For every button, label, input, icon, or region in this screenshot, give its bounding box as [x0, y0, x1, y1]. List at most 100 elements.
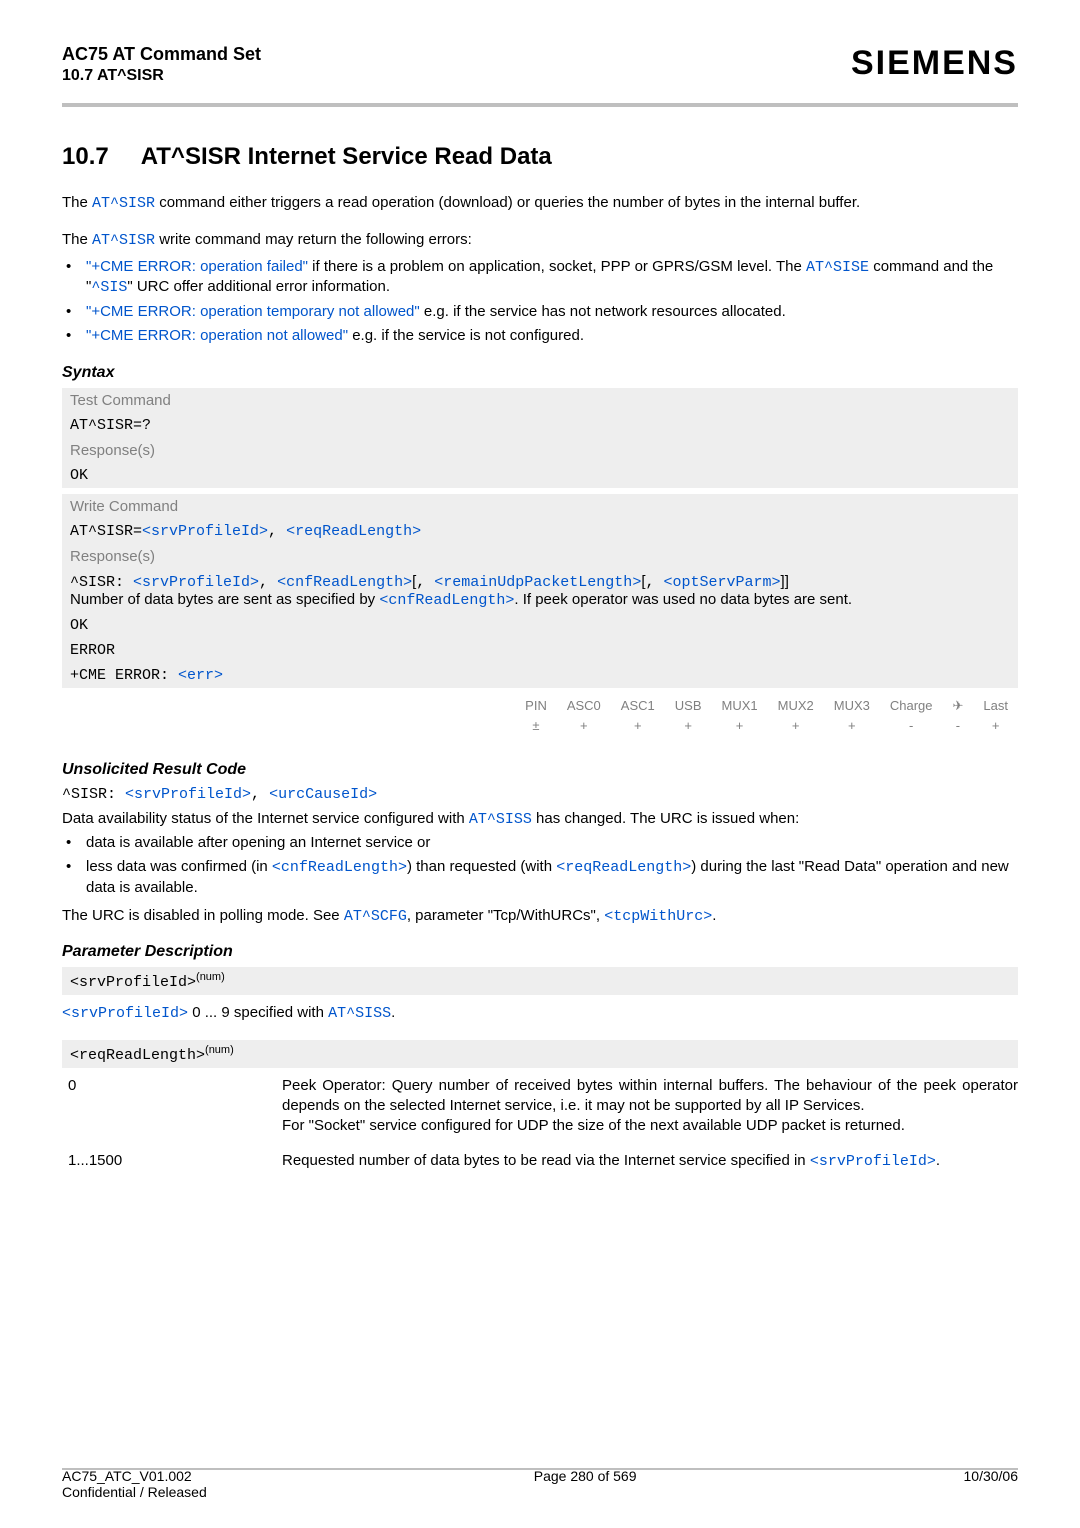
text: e.g. if the service has not network reso… [420, 303, 786, 320]
response-error: ERROR [62, 638, 1018, 663]
param-link[interactable]: <srvProfileId> [125, 786, 251, 803]
text: , [251, 786, 269, 803]
param-link[interactable]: <srvProfileId> [142, 523, 268, 540]
param-link[interactable]: <urcCauseId> [269, 786, 377, 803]
param-srvprofileid: <srvProfileId>(num) <srvProfileId> 0 ...… [62, 967, 1018, 1024]
text: +CME ERROR: [70, 667, 178, 684]
text: e.g. if the service is not configured. [348, 327, 584, 344]
at-sisr-link[interactable]: AT^SISR [92, 195, 155, 212]
intro-paragraph-1: The AT^SISR command either triggers a re… [62, 193, 1018, 214]
text: . [712, 907, 716, 924]
param-link[interactable]: <reqReadLength> [286, 523, 421, 540]
response-label: Response(s) [62, 544, 1018, 569]
param-link[interactable]: <err> [178, 667, 223, 684]
cme-error-link[interactable]: "+CME ERROR: operation temporary not all… [86, 303, 420, 320]
text: The [62, 231, 92, 248]
cme-error-link[interactable]: "+CME ERROR: operation not allowed" [86, 327, 348, 344]
table-row: PIN ASC0 ASC1 USB MUX1 MUX2 MUX3 Charge … [515, 696, 1018, 716]
text: , [259, 574, 277, 591]
at-sisr-link[interactable]: AT^SISR [92, 232, 155, 249]
param-link[interactable]: <cnfReadLength> [379, 592, 514, 609]
text: has changed. The URC is issued when: [532, 810, 799, 827]
cell: + [557, 716, 611, 735]
col-head: ASC0 [557, 696, 611, 716]
header-divider [62, 103, 1018, 107]
col-head: Last [973, 696, 1018, 716]
airplane-icon: ✈ [953, 698, 964, 714]
param-head: <reqReadLength>(num) [62, 1040, 1018, 1068]
cell: + [712, 716, 768, 735]
param-link[interactable]: <optServParm> [664, 574, 781, 591]
col-head: Charge [880, 696, 943, 716]
doc-subtitle: 10.7 AT^SISR [62, 67, 261, 85]
param-sup: (num) [205, 1044, 234, 1056]
param-sup: (num) [196, 971, 225, 983]
response-ok: OK [62, 463, 1018, 488]
write-response: ^SISR: <srvProfileId>, <cnfReadLength>[,… [62, 569, 1018, 613]
text: , [268, 523, 286, 540]
param-link[interactable]: <cnfReadLength> [272, 859, 407, 876]
param-desc-heading: Parameter Description [62, 943, 1018, 961]
cell: + [768, 716, 824, 735]
text: ) than requested (with [407, 858, 556, 875]
page-header: AC75 AT Command Set 10.7 AT^SISR SIEMENS [62, 44, 1018, 85]
write-command: AT^SISR=<srvProfileId>, <reqReadLength> [62, 519, 1018, 544]
param-link[interactable]: <srvProfileId> [810, 1153, 936, 1170]
param-link[interactable]: <srvProfileId> [133, 574, 259, 591]
param-values-table: 0 Peek Operator: Query number of receive… [62, 1076, 1018, 1172]
at-siss-link[interactable]: AT^SISS [469, 811, 532, 828]
param-link[interactable]: <reqReadLength> [556, 859, 691, 876]
text: . [391, 1004, 395, 1021]
brand-logo: SIEMENS [851, 44, 1018, 83]
section-heading: 10.7 AT^SISR Internet Service Read Data [62, 143, 1018, 171]
footer-confidential: Confidential / Released [62, 1484, 207, 1500]
param-link[interactable]: <srvProfileId> [62, 1005, 188, 1022]
response-cme: +CME ERROR: <err> [62, 663, 1018, 688]
sis-urc-link[interactable]: ^SIS [91, 279, 127, 296]
cell: + [824, 716, 880, 735]
cell: - [943, 716, 974, 735]
list-item: "+CME ERROR: operation temporary not all… [62, 302, 1018, 322]
text: Data availability status of the Internet… [62, 810, 469, 827]
cell: ± [515, 716, 557, 735]
urc-footnote: The URC is disabled in polling mode. See… [62, 906, 1018, 927]
text: . [936, 1152, 940, 1169]
text: Number of data bytes are sent as specifi… [70, 591, 379, 608]
at-siss-link[interactable]: AT^SISS [328, 1005, 391, 1022]
list-item: data is available after opening an Inter… [62, 833, 1018, 853]
col-head: MUX2 [768, 696, 824, 716]
urc-list: data is available after opening an Inter… [62, 833, 1018, 897]
text: ]] [781, 573, 789, 590]
write-command-label: Write Command [62, 494, 1018, 519]
section-title-text: AT^SISR Internet Service Read Data [141, 143, 552, 171]
param-name: <srvProfileId> [70, 974, 196, 991]
footer-version: AC75_ATC_V01.002 [62, 1468, 207, 1484]
urc-desc: Data availability status of the Internet… [62, 809, 1018, 830]
text: command either triggers a read operation… [155, 194, 860, 211]
col-head: MUX3 [824, 696, 880, 716]
test-command: AT^SISR=? [62, 413, 1018, 438]
param-value-desc: Peek Operator: Query number of received … [282, 1076, 1018, 1137]
cme-error-link[interactable]: "+CME ERROR: operation failed" [86, 258, 308, 275]
intro-paragraph-2: The AT^SISR write command may return the… [62, 230, 1018, 251]
text: 0 ... 9 specified with [188, 1004, 328, 1021]
cell: + [611, 716, 665, 735]
at-scfg-link[interactable]: AT^SCFG [344, 908, 407, 925]
syntax-heading: Syntax [62, 364, 1018, 382]
param-link[interactable]: <cnfReadLength> [277, 574, 412, 591]
at-sise-link[interactable]: AT^SISE [806, 259, 869, 276]
param-link[interactable]: <tcpWithUrc> [604, 908, 712, 925]
col-head: ✈ [943, 696, 974, 716]
param-value: 0 [62, 1076, 262, 1137]
syntax-write-block: Write Command AT^SISR=<srvProfileId>, <r… [62, 494, 1018, 688]
param-line: <srvProfileId> 0 ... 9 specified with AT… [62, 1003, 1018, 1024]
text: The URC is disabled in polling mode. See [62, 907, 344, 924]
col-head: PIN [515, 696, 557, 716]
col-head: MUX1 [712, 696, 768, 716]
text: if there is a problem on application, so… [308, 258, 806, 275]
test-command-label: Test Command [62, 388, 1018, 413]
footer-date: 10/30/06 [964, 1468, 1019, 1500]
list-item: less data was confirmed (in <cnfReadLeng… [62, 857, 1018, 898]
param-name: <reqReadLength> [70, 1047, 205, 1064]
param-link[interactable]: <remainUdpPacketLength> [434, 574, 641, 591]
